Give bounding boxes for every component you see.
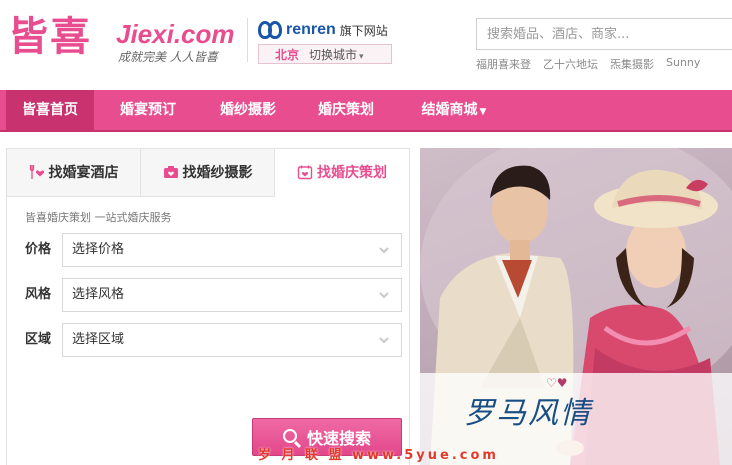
camera-heart-icon xyxy=(163,166,178,178)
search-icon xyxy=(282,429,297,443)
tab-hotel[interactable]: 找婚宴酒店 xyxy=(7,149,141,197)
renren-logo[interactable]: renren 旗下网站 xyxy=(258,20,388,40)
hot-keyword-link[interactable]: Sunny xyxy=(666,56,700,72)
nav-item-mall[interactable]: 结婚商城 ▼ xyxy=(406,90,502,130)
logo-en: Jiexi.com xyxy=(116,19,235,49)
calendar-heart-icon xyxy=(297,165,313,180)
hot-keywords: 福朋喜来登 乙十六地坛 炁集摄影 Sunny xyxy=(476,56,732,72)
nav-item-planning[interactable]: 婚庆策划 xyxy=(302,90,390,130)
area-label: 区域 xyxy=(25,332,52,347)
price-select-value: 选择价格 xyxy=(72,242,125,257)
search-panel: 找婚宴酒店 找婚纱摄影 找婚庆策划 皆喜婚庆策划 一站式婚庆服务 价格 选择价格… xyxy=(6,148,410,465)
logo-cn: 皆喜 xyxy=(8,13,92,60)
area-select-value: 选择区域 xyxy=(72,332,125,347)
logo-slogan: 成就完美 人人皆喜 xyxy=(118,50,218,64)
watermark: 岁 月 联 盟 www.5yue.com xyxy=(258,448,499,463)
price-row: 价格 选择价格 xyxy=(25,233,405,267)
price-select[interactable]: 选择价格 xyxy=(62,233,402,267)
tab-hotel-label: 找婚宴酒店 xyxy=(48,165,119,181)
renren-icon xyxy=(258,21,284,39)
hot-keyword-link[interactable]: 炁集摄影 xyxy=(610,56,654,72)
hot-keyword-link[interactable]: 福朋喜来登 xyxy=(476,56,531,72)
tab-photography[interactable]: 找婚纱摄影 xyxy=(141,149,275,197)
panel-tabs: 找婚宴酒店 找婚纱摄影 找婚庆策划 xyxy=(7,149,409,198)
site-search xyxy=(476,18,732,50)
chevron-down-icon xyxy=(379,292,389,299)
nav-item-mall-label: 结婚商城 xyxy=(421,102,478,118)
banner-title: 罗马风情 xyxy=(464,396,592,431)
price-label: 价格 xyxy=(25,242,52,257)
nav-item-home[interactable]: 皆喜首页 xyxy=(6,90,94,130)
fork-knife-heart-icon xyxy=(29,165,44,179)
tab-planning-label: 找婚庆策划 xyxy=(317,165,387,181)
style-row: 风格 选择风格 xyxy=(25,278,405,312)
hot-keyword-link[interactable]: 乙十六地坛 xyxy=(543,56,598,72)
style-select[interactable]: 选择风格 xyxy=(62,278,402,312)
caret-down-icon: ▼ xyxy=(479,107,487,117)
header-divider xyxy=(247,18,248,62)
tab-planning[interactable]: 找婚庆策划 xyxy=(275,149,409,198)
search-input[interactable] xyxy=(477,19,732,49)
nav-item-photography[interactable]: 婚纱摄影 xyxy=(204,90,292,130)
partner-suffix: 旗下网站 xyxy=(339,23,388,38)
site-logo[interactable]: 皆喜 Jiexi.com 成就完美 人人皆喜 xyxy=(8,14,243,70)
nav-item-banquet[interactable]: 婚宴预订 xyxy=(104,90,192,130)
style-select-value: 选择风格 xyxy=(72,287,125,302)
area-select[interactable]: 选择区域 xyxy=(62,323,402,357)
partner-block: renren 旗下网站 北京 切换城市 xyxy=(258,20,398,64)
area-row: 区域 选择区域 xyxy=(25,323,405,357)
renren-name: renren xyxy=(286,21,336,38)
promo-banner[interactable]: ♡♥ 罗马风情 xyxy=(420,148,732,465)
chevron-down-icon xyxy=(379,337,389,344)
tab-photography-label: 找婚纱摄影 xyxy=(182,165,253,181)
current-city: 北京 xyxy=(275,47,300,62)
style-label: 风格 xyxy=(25,287,52,302)
panel-description: 皆喜婚庆策划 一站式婚庆服务 xyxy=(25,211,172,224)
switch-city-link[interactable]: 切换城市 xyxy=(309,46,364,63)
city-selector[interactable]: 北京 切换城市 xyxy=(258,44,392,64)
chevron-down-icon xyxy=(379,247,389,254)
main-nav: 皆喜首页 婚宴预订 婚纱摄影 婚庆策划 结婚商城 ▼ xyxy=(0,90,732,132)
